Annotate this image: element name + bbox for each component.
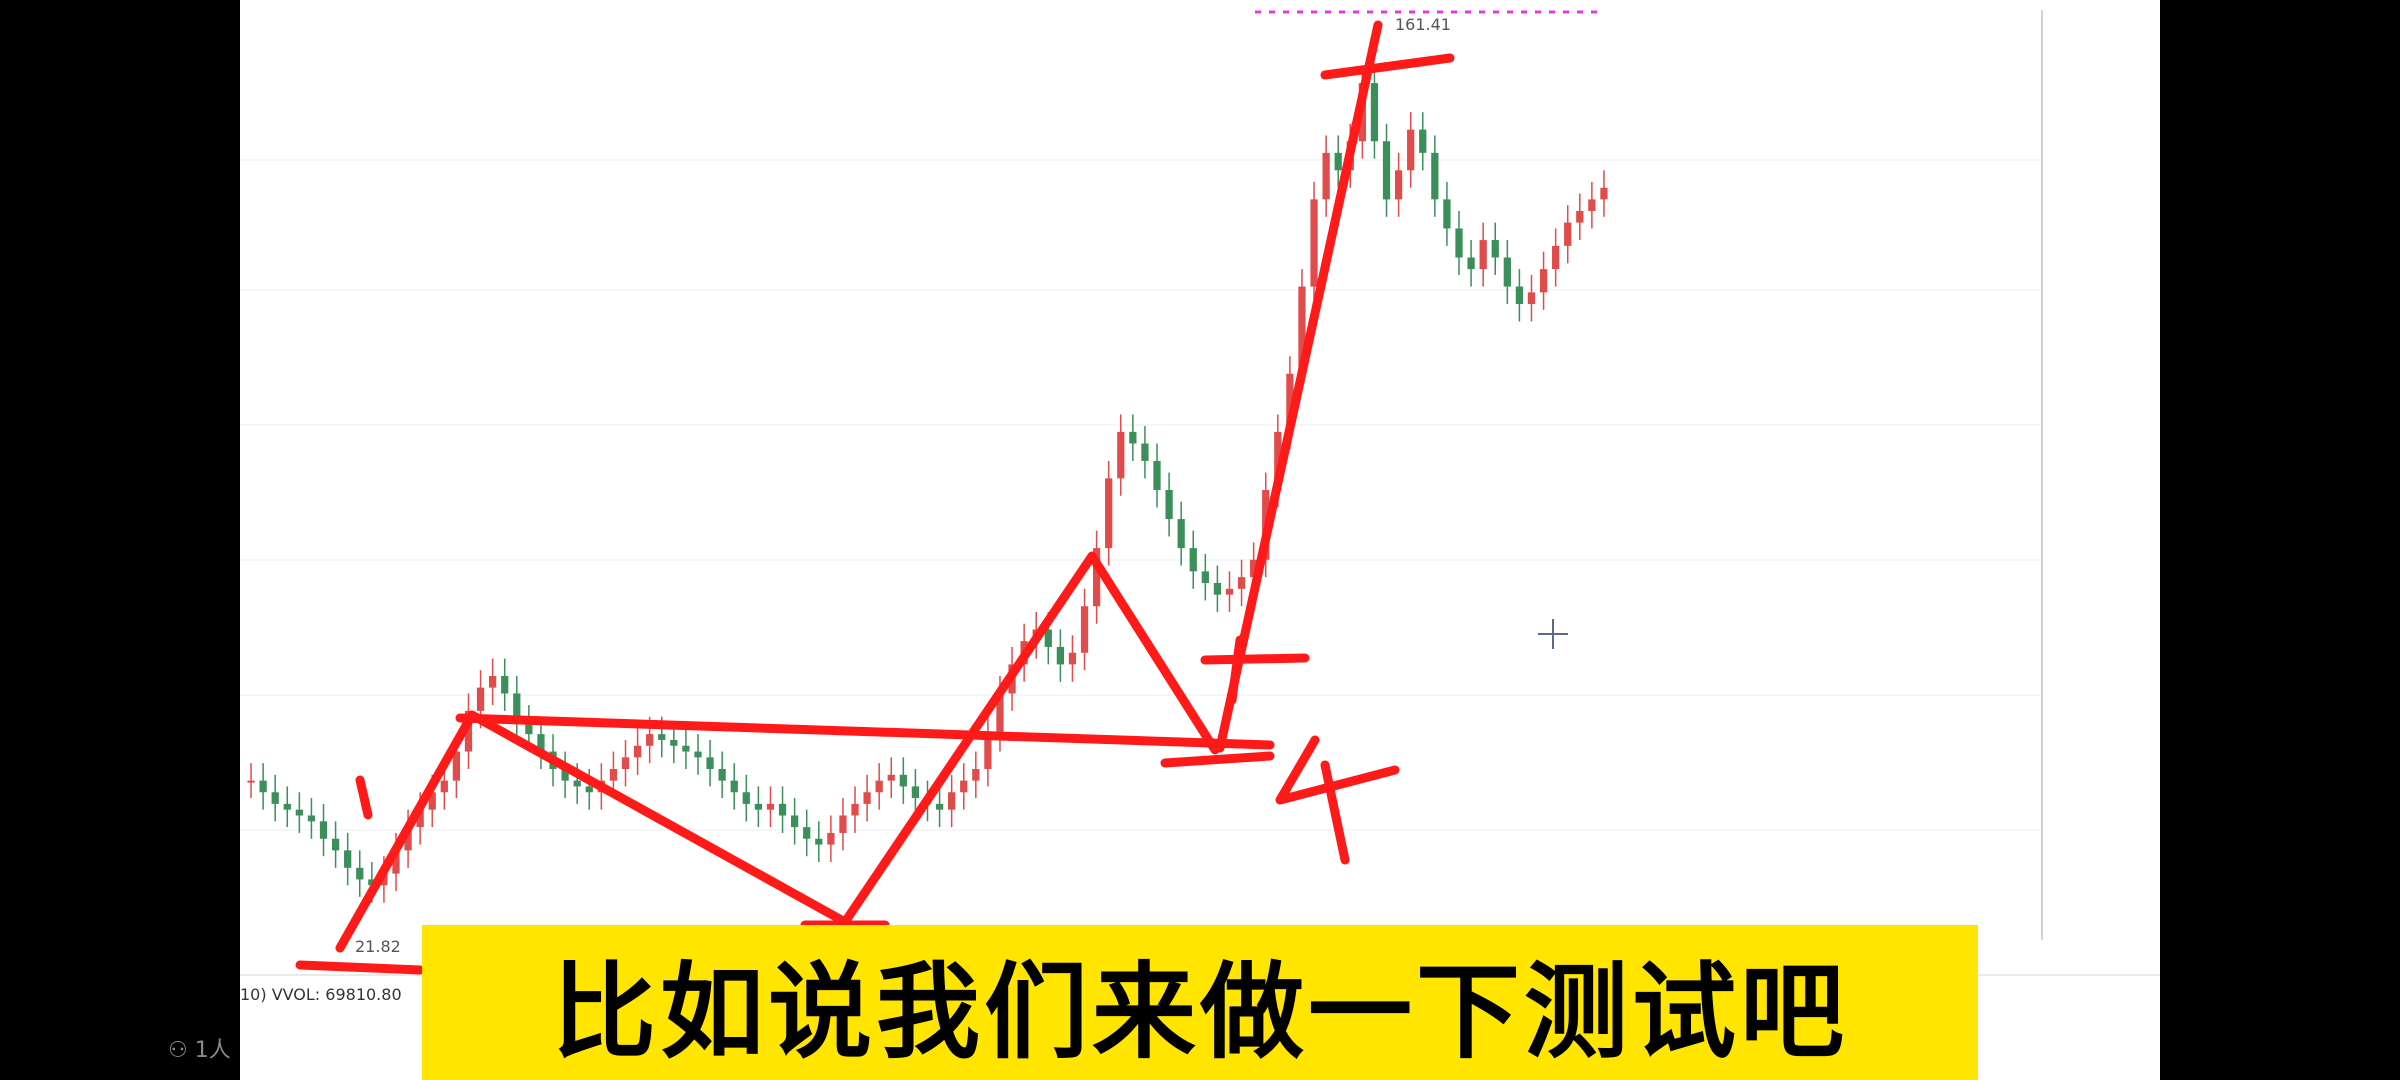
candle-body — [271, 792, 279, 804]
candle-body — [1177, 519, 1185, 549]
candle-body — [1056, 646, 1064, 665]
candle-body — [682, 745, 690, 752]
candle-body — [259, 780, 267, 793]
candle-body — [1467, 257, 1475, 270]
candle-body — [1334, 152, 1342, 171]
candle-body — [658, 734, 666, 740]
candle-body — [1189, 548, 1197, 572]
candle-body — [1310, 199, 1318, 287]
candle-body — [1225, 588, 1234, 595]
candle-body — [1105, 478, 1113, 549]
candle-body — [1153, 460, 1161, 490]
candle-body — [1370, 83, 1379, 142]
subtitle-caption: 比如说我们来做一下测试吧 — [422, 925, 1978, 1080]
candle-body — [573, 780, 581, 787]
candle-body — [1382, 141, 1391, 200]
candle-body — [1117, 431, 1125, 479]
candle-body — [1419, 129, 1427, 153]
annotation-low-underline — [295, 960, 425, 975]
candle-body — [621, 757, 630, 769]
indicator-label: 10) VVOL: 69810.80 — [240, 985, 402, 1004]
subtitle-text: 比如说我们来做一下测试吧 — [551, 951, 1848, 1073]
people-icon: ⚇ — [168, 1038, 188, 1063]
candle-body — [803, 827, 811, 839]
candle-body — [1552, 245, 1560, 270]
candle-body — [307, 815, 316, 822]
candle-body — [1080, 606, 1089, 653]
candle-body — [1165, 490, 1173, 520]
candle-body — [1576, 211, 1584, 223]
candle-body — [1394, 170, 1403, 200]
candle-body — [609, 769, 618, 781]
candle-body — [1600, 187, 1608, 200]
candle-body — [1491, 240, 1499, 258]
candle-body — [501, 676, 509, 694]
candle-body — [585, 786, 593, 793]
candle-body — [911, 786, 920, 799]
high-price-label: 161.41 — [1395, 15, 1451, 34]
candle-body — [766, 803, 775, 810]
candle-body — [791, 815, 799, 828]
candle-body — [1141, 443, 1149, 461]
candle-body — [887, 774, 895, 781]
candle-body — [1213, 583, 1222, 595]
candle-body — [1237, 577, 1246, 589]
candle-body — [440, 780, 448, 793]
candle-body — [899, 774, 907, 787]
candle-body — [1503, 257, 1511, 287]
candle-body — [972, 769, 980, 781]
candle-body — [295, 809, 303, 816]
candle-body — [839, 815, 847, 833]
candle-body — [1201, 571, 1209, 583]
candle-body — [356, 867, 364, 880]
viewer-count-text: 1人 — [194, 1038, 231, 1063]
chart-panel — [240, 0, 2160, 1080]
candle-body — [1129, 431, 1137, 444]
candle-body — [718, 769, 726, 781]
candle-body — [670, 739, 678, 746]
candle-body — [247, 780, 255, 783]
candle-body — [283, 803, 291, 810]
candle-body — [827, 832, 835, 845]
candle-body — [875, 780, 883, 793]
candle-body — [935, 803, 944, 810]
candle-body — [1588, 199, 1596, 211]
candle-body — [863, 792, 871, 804]
candle-body — [489, 676, 497, 688]
candle-body — [1068, 652, 1077, 665]
candle-body — [344, 850, 352, 868]
candle-body — [694, 751, 702, 758]
candle-body — [742, 792, 750, 804]
candle-body — [706, 757, 714, 769]
candle-body — [815, 838, 823, 845]
candle-body — [1407, 129, 1415, 171]
breakout-mark-h — [1200, 653, 1310, 665]
candle-body — [851, 803, 859, 816]
candle-body — [646, 734, 654, 746]
candle-body — [319, 821, 328, 839]
candle-body — [778, 803, 787, 816]
candle-body — [1539, 269, 1548, 293]
candle-body — [960, 780, 968, 793]
viewer-count: ⚇ 1人 — [168, 1032, 231, 1064]
candle-body — [730, 780, 738, 793]
candle-body — [1443, 199, 1451, 229]
candle-body — [1527, 292, 1536, 304]
candle-body — [331, 838, 340, 851]
candle-body — [948, 792, 956, 810]
chart-stage: 21.82 161.41 10) VVOL: 69810.80 — [240, 0, 2160, 1080]
candle-body — [1431, 152, 1439, 200]
candle-body — [1322, 152, 1330, 200]
candle-body — [1515, 286, 1524, 304]
candle-body — [1479, 240, 1487, 270]
low-price-label: 21.82 — [355, 937, 401, 956]
candle-body — [1564, 222, 1572, 246]
candle-body — [1455, 228, 1463, 258]
candle-body — [633, 745, 642, 758]
candle-body — [754, 803, 763, 810]
candle-body — [476, 687, 485, 711]
